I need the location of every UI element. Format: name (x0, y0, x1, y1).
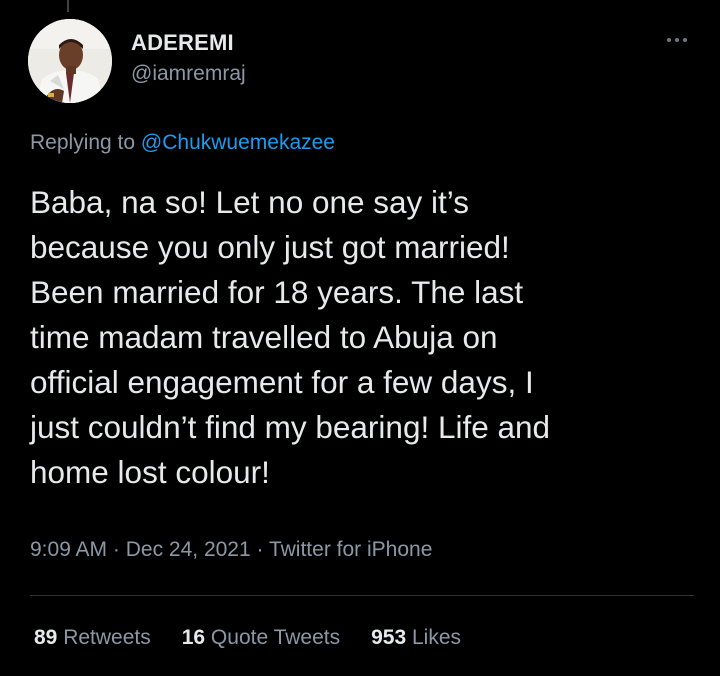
dot (683, 38, 687, 42)
likes-label: Likes (406, 626, 462, 649)
avatar-photo-icon (28, 19, 112, 103)
meta-separator: · (107, 538, 126, 561)
tweet-time[interactable]: 9:09 AM (30, 538, 107, 561)
replying-to-line: Replying to @Chukwuemekazee (30, 131, 335, 155)
author-display-name[interactable]: ADEREMI (131, 30, 234, 56)
quote-tweets-count: 16 (181, 626, 206, 649)
reply-mention-link[interactable]: @Chukwuemekazee (141, 131, 335, 154)
likes-count: 953 (371, 626, 407, 649)
author-handle[interactable]: @iamremraj (131, 62, 246, 86)
tweet-text: Baba, na so! Let no one say it’s because… (30, 184, 551, 490)
retweets-count: 89 (34, 626, 58, 649)
tweet-date[interactable]: Dec 24, 2021 (126, 538, 251, 561)
dot (675, 38, 679, 42)
more-options-icon[interactable] (660, 28, 694, 52)
thread-connector-line (67, 0, 69, 12)
quote-tweets-label: Quote Tweets (205, 626, 341, 649)
meta-separator: · (250, 538, 269, 561)
divider (30, 595, 694, 596)
engagement-stats: 89 Retweets 16 Quote Tweets 953 Likes (34, 626, 461, 650)
replying-to-label: Replying to (30, 131, 141, 154)
retweets-stat[interactable]: 89 Retweets (34, 626, 151, 650)
tweet-source[interactable]: Twitter for iPhone (269, 538, 432, 561)
likes-stat[interactable]: 953 Likes (371, 626, 461, 650)
avatar[interactable] (28, 19, 112, 103)
tweet-metadata: 9:09 AM · Dec 24, 2021 · Twitter for iPh… (30, 538, 432, 562)
retweets-label: Retweets (57, 626, 151, 649)
dot (667, 38, 671, 42)
quote-tweets-stat[interactable]: 16 Quote Tweets (182, 626, 340, 650)
